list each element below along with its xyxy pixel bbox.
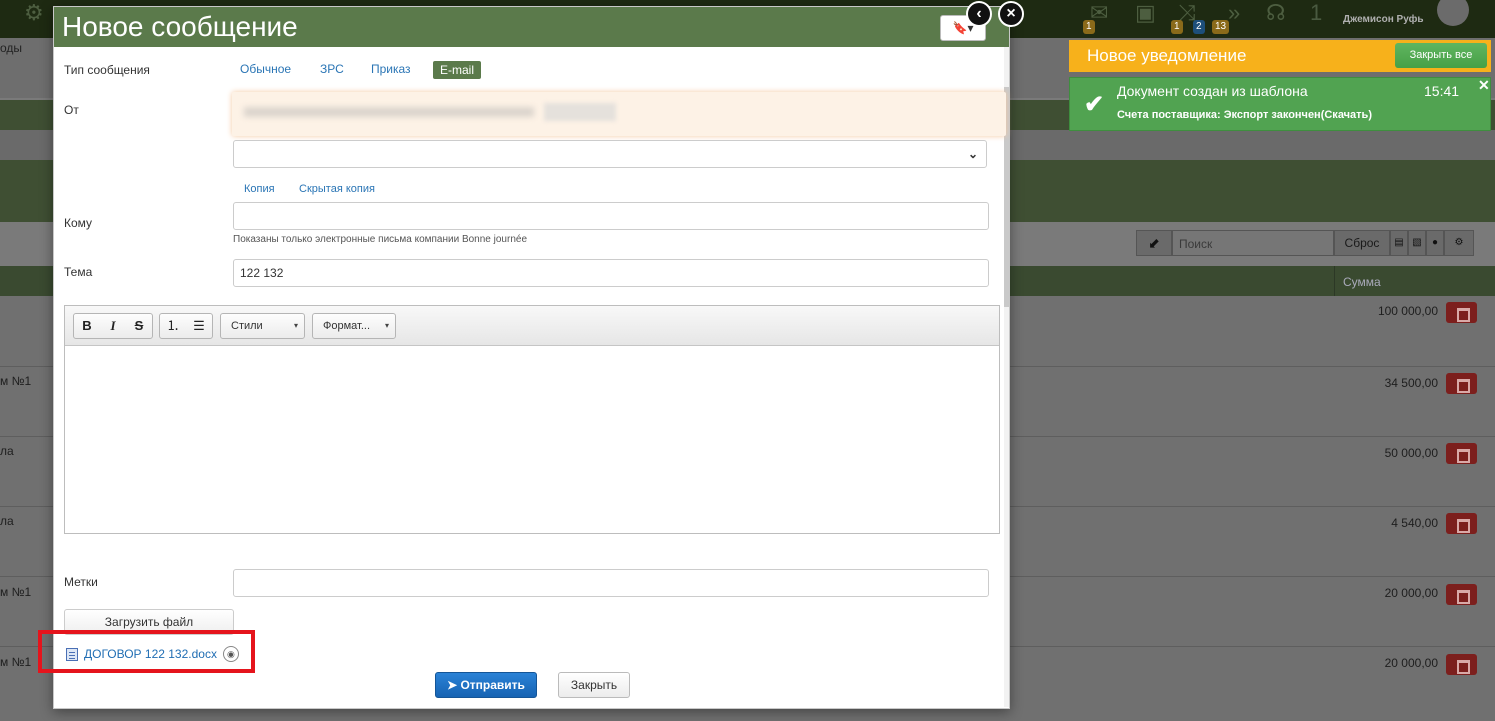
gear-icon[interactable]: ⚙ [24,0,44,26]
notification-header: Новое уведомление Закрыть все [1069,40,1491,72]
counter: 1 [1310,0,1323,25]
send-button[interactable]: ➤ Отправить [435,672,537,698]
toast-message[interactable]: Счета поставщика: Экспорт закончен(Скача… [1117,109,1372,121]
avatar[interactable] [1437,0,1469,26]
chevron-down-icon: ⌄ [967,147,978,161]
caret-down-icon: ▾ [293,321,298,330]
delete-row-button[interactable] [1446,584,1477,605]
table-row-label: м №1 [0,585,32,599]
table-row-amount: 100 000,00 [1377,304,1438,318]
table-toolbar: ⬋ Поиск Сброс ▤ ▧ ● ⚙ [1136,230,1474,256]
sum-column-header[interactable]: Сумма [1334,266,1442,296]
close-icon[interactable]: × [998,1,1024,27]
message-type-label: Тип сообщения [64,63,150,77]
table-row-label: м №1 [0,655,32,669]
headset-icon[interactable]: ☊ [1266,0,1286,26]
italic-button[interactable]: I [100,314,126,338]
badge-orange: 1 [1171,20,1183,34]
toast-title: Документ создан из шаблона [1117,83,1308,99]
send-button-label: Отправить [460,678,525,692]
user-name[interactable]: Джемисон Руфь [1343,14,1424,25]
rich-text-editor[interactable]: B I S ⒈ ☰ Стили ▾ Формат... ▾ [64,305,1000,534]
mail-badge: 1 [1083,20,1095,34]
recipient-input[interactable] [233,202,989,230]
tags-input[interactable] [233,569,989,597]
from-field[interactable] [232,92,1006,136]
type-order-link[interactable]: Приказ [371,62,411,76]
export-icon[interactable]: ▧ [1408,230,1426,256]
strikethrough-button[interactable]: S [126,314,152,338]
close-all-button[interactable]: Закрыть все [1395,43,1487,68]
recipient-hint: Показаны только электронные письма компа… [233,234,528,245]
format-dropdown-label: Формат... [323,320,371,332]
nav-item-partial[interactable]: оды [0,41,22,55]
format-dropdown[interactable]: Формат... ▾ [312,313,396,339]
tasks-icon[interactable]: ▣ [1135,0,1156,26]
settings-icon[interactable]: ⚙ [1444,230,1474,256]
print-icon[interactable]: ▤ [1390,230,1408,256]
collapse-icon[interactable]: ⬋ [1136,230,1172,256]
redacted-button [544,103,616,121]
toast-time: 15:41 [1424,83,1460,99]
bulleted-list-icon[interactable]: ☰ [186,314,212,338]
table-row-amount: 20 000,00 [1384,656,1438,670]
format-group: B I S [73,313,153,339]
close-icon[interactable]: ✕ [1478,77,1490,94]
redacted-sender [244,107,534,117]
numbered-list-icon[interactable]: ⒈ [160,314,186,338]
cc-link[interactable]: Копия [244,183,275,195]
delete-row-button[interactable] [1446,654,1477,675]
info-icon[interactable]: ● [1426,230,1444,256]
caret-down-icon: ▾ [384,321,389,330]
forward-icon[interactable]: » [1228,0,1240,26]
table-row-label: ла [0,514,14,528]
new-message-modal: Новое сообщение 🔖▾ ‹ × Тип сообщения Обы… [53,1,1024,709]
type-email-tab[interactable]: E-mail [433,61,482,79]
subject-label: Тема [64,265,93,279]
bcc-link[interactable]: Скрытая копия [299,183,375,195]
reset-button[interactable]: Сброс [1334,230,1390,256]
modal-header: Новое сообщение 🔖▾ [54,7,1009,47]
notification-title: Новое уведомление [1087,46,1247,65]
table-row-label: ла [0,444,14,458]
search-input[interactable]: Поиск [1172,230,1334,256]
delete-row-button[interactable] [1446,443,1477,464]
table-row-amount: 34 500,00 [1384,376,1438,390]
badge-blue: 2 [1193,20,1205,34]
close-button[interactable]: Закрыть [558,672,630,698]
success-toast[interactable]: ✔ Документ создан из шаблона 15:41 ✕ Сче… [1069,77,1491,131]
table-row-amount: 20 000,00 [1384,586,1438,600]
type-ordinary-link[interactable]: Обычное [240,62,291,76]
check-icon: ✔ [1084,91,1105,118]
bold-button[interactable]: B [74,314,100,338]
delete-row-button[interactable] [1446,302,1477,323]
from-label: От [64,103,79,117]
back-icon[interactable]: ‹ [966,1,992,27]
table-row-amount: 50 000,00 [1384,446,1438,460]
list-group: ⒈ ☰ [159,313,213,339]
delete-row-button[interactable] [1446,513,1477,534]
styles-dropdown-label: Стили [231,320,263,332]
tags-label: Метки [64,575,98,589]
styles-dropdown[interactable]: Стили ▾ [220,313,305,339]
highlight-frame [38,630,255,673]
badge-count: 13 [1212,20,1230,34]
subject-input[interactable]: 122 132 [233,259,989,287]
editor-toolbar: B I S ⒈ ☰ Стили ▾ Формат... ▾ [65,306,999,346]
sender-select[interactable]: ⌄ [233,140,987,168]
type-zrs-link[interactable]: ЗРС [320,62,344,76]
to-label: Кому [64,216,93,230]
modal-title: Новое сообщение [62,11,298,42]
delete-row-button[interactable] [1446,373,1477,394]
paper-plane-icon: ➤ [447,678,461,692]
table-row-label: м №1 [0,374,32,388]
table-row-amount: 4 540,00 [1391,516,1438,530]
